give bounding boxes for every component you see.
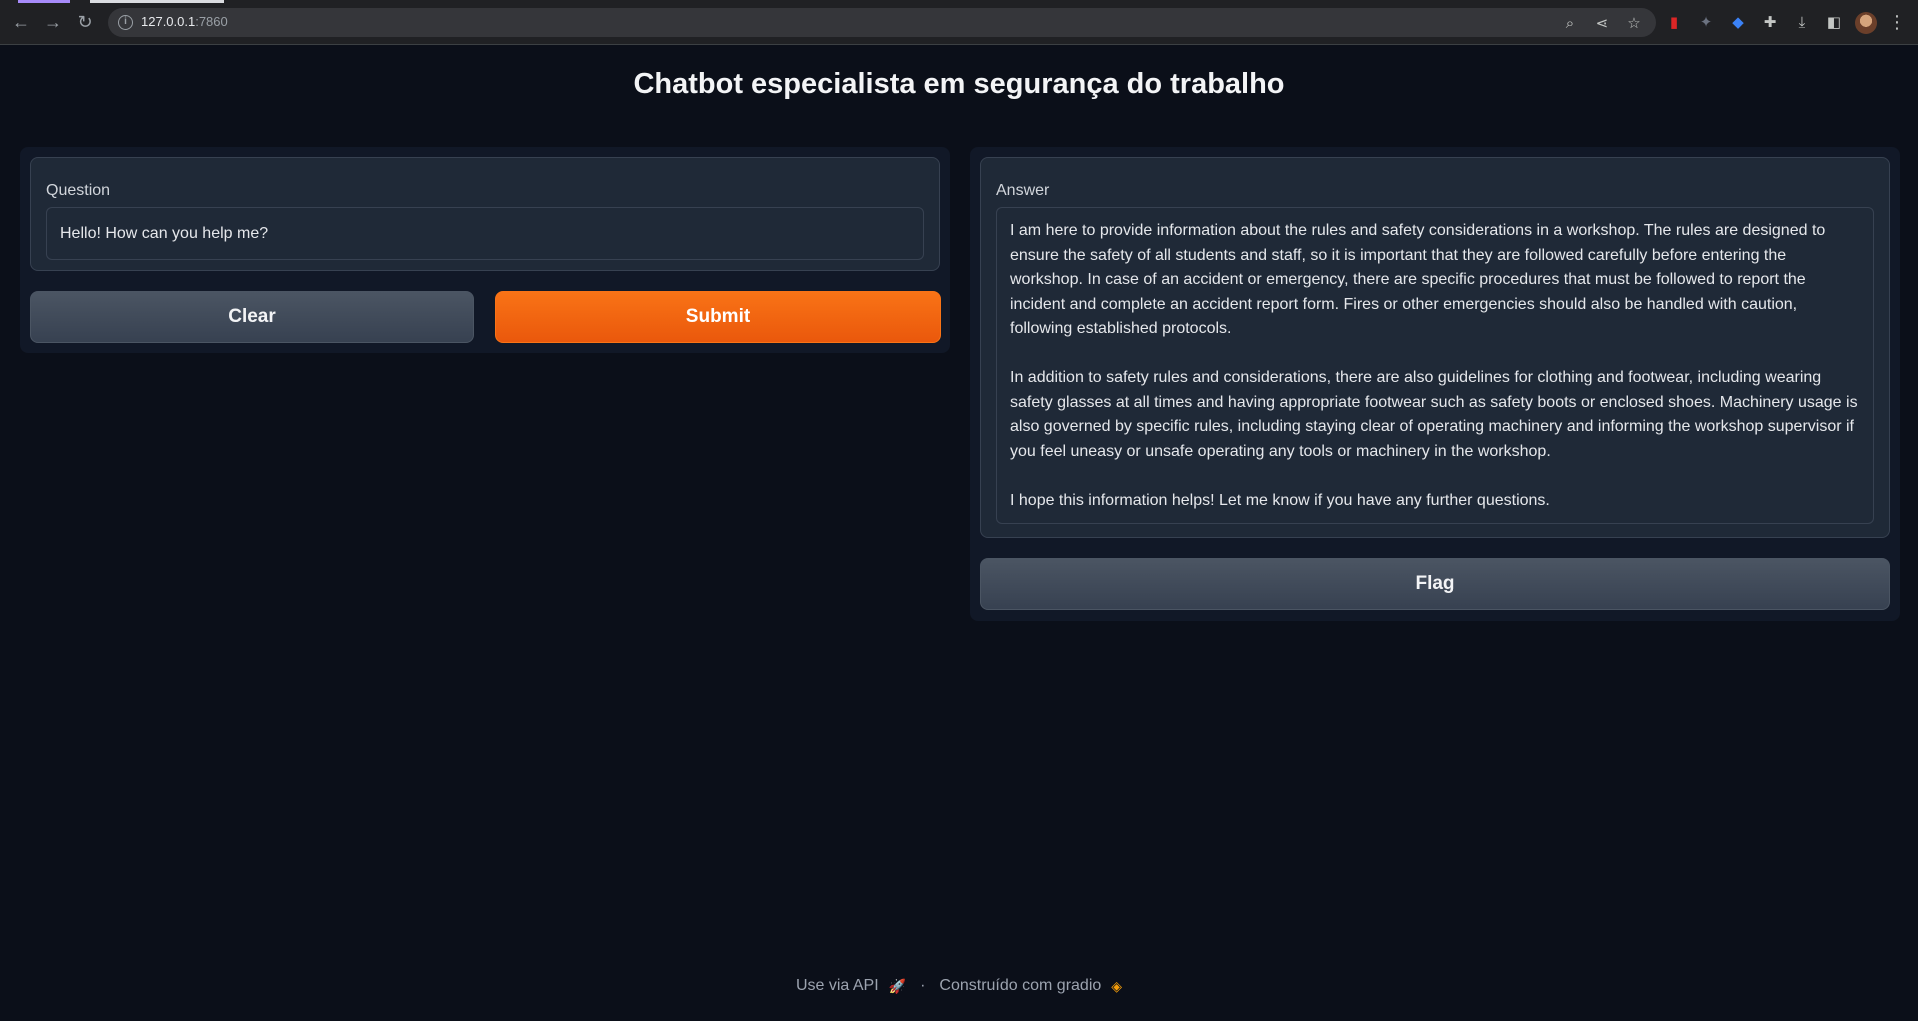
page-title: Chatbot especialista em segurança do tra… — [633, 68, 1285, 100]
extension-pin-icon[interactable]: ✦ — [1696, 12, 1716, 32]
site-info-icon[interactable]: i — [118, 15, 133, 30]
tab-indicator — [18, 0, 70, 3]
profile-avatar[interactable] — [1855, 12, 1877, 34]
built-with-gradio-link[interactable]: Construído com gradio — [939, 977, 1101, 995]
active-tab-indicator[interactable] — [90, 0, 224, 3]
bookmark-star-icon[interactable]: ☆ — [1624, 13, 1644, 33]
back-icon[interactable]: ← — [9, 10, 33, 34]
forward-icon[interactable]: → — [41, 10, 65, 34]
extensions-puzzle-icon[interactable]: ✚ — [1760, 12, 1780, 32]
footer-separator: · — [920, 977, 926, 994]
extension-red-book-icon[interactable]: ▮ — [1664, 12, 1684, 32]
submit-button[interactable]: Submit — [495, 291, 941, 343]
url-host: 127.0.0.1 — [141, 14, 196, 29]
address-bar[interactable]: i 127.0.0.1:7860 ⌕ ⋖ ☆ — [108, 8, 1656, 37]
extension-graduation-icon[interactable]: ◆ — [1728, 12, 1748, 32]
answer-paragraph: I hope this information helps! Let me kn… — [1010, 491, 1550, 509]
footer: Use via API 🚀 · Construído com gradio ◈ — [0, 977, 1918, 995]
download-icon[interactable]: ⤓ — [1792, 12, 1812, 32]
question-block: Question — [30, 157, 940, 271]
answer-paragraph: In addition to safety rules and consider… — [1010, 369, 1858, 460]
url-port: :7860 — [195, 14, 228, 29]
use-via-api-link[interactable]: Use via API — [796, 977, 879, 995]
zoom-icon[interactable]: ⌕ — [1560, 13, 1580, 33]
question-input[interactable] — [46, 207, 924, 260]
input-panel: Question Clear Submit — [20, 147, 950, 353]
answer-paragraph: I am here to provide information about t… — [1010, 222, 1826, 337]
answer-textbox[interactable]: I am here to provide information about t… — [996, 207, 1874, 524]
side-panel-icon[interactable]: ◧ — [1824, 12, 1844, 32]
clear-button[interactable]: Clear — [30, 291, 474, 343]
flag-button[interactable]: Flag — [980, 558, 1890, 610]
answer-label: Answer — [996, 182, 1050, 199]
reload-icon[interactable]: ↻ — [73, 10, 97, 34]
browser-toolbar: ← → ↻ i 127.0.0.1:7860 ⌕ ⋖ ☆ ▮ ✦ ◆ ✚ ⤓ ◧… — [0, 0, 1918, 45]
output-panel: Answer I am here to provide information … — [970, 147, 1900, 621]
share-icon[interactable]: ⋖ — [1592, 13, 1612, 33]
answer-block: Answer I am here to provide information … — [980, 157, 1890, 538]
menu-kebab-icon[interactable]: ⋮ — [1888, 10, 1906, 34]
url-text: 127.0.0.1:7860 — [141, 14, 228, 29]
gradio-logo-icon: ◈ — [1111, 977, 1123, 994]
question-label: Question — [46, 182, 111, 199]
rocket-icon: 🚀 — [888, 977, 907, 994]
